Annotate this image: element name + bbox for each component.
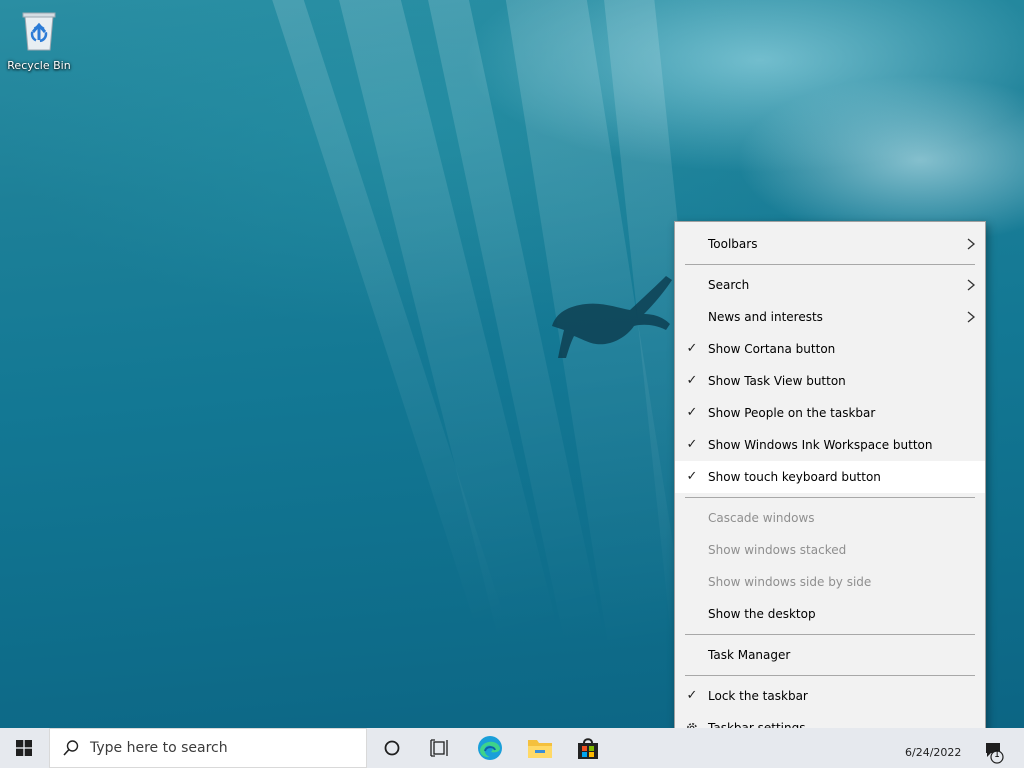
notification-count: 1: [994, 750, 1000, 760]
taskbar-date[interactable]: 6/24/2022: [905, 746, 961, 759]
menu-item-task-manager[interactable]: Task Manager: [675, 639, 985, 671]
menu-item-show-task-view-button[interactable]: ✓ Show Task View button: [675, 365, 985, 397]
menu-item-search[interactable]: Search: [675, 269, 985, 301]
search-icon: [63, 740, 79, 756]
edge-button[interactable]: [466, 728, 514, 768]
menu-item-label: Cascade windows: [708, 511, 815, 525]
menu-item-label: Show Cortana button: [708, 342, 836, 356]
edge-icon: [478, 736, 502, 760]
store-button[interactable]: [564, 728, 612, 768]
menu-item-label: Show People on the taskbar: [708, 406, 876, 420]
menu-item-label: Toolbars: [708, 237, 758, 251]
recycle-bin-icon: [22, 12, 56, 51]
menu-item-label: Lock the taskbar: [708, 689, 808, 703]
menu-item-toolbars[interactable]: Toolbars: [675, 228, 985, 260]
menu-item-label: Show windows side by side: [708, 575, 872, 589]
menu-separator: [685, 264, 975, 265]
search-box[interactable]: Type here to search: [49, 728, 367, 768]
store-icon: [578, 738, 598, 759]
notification-center-button[interactable]: 1: [976, 732, 1006, 766]
menu-item-label: News and interests: [708, 310, 823, 324]
taskbar[interactable]: Type here to search: [0, 728, 1024, 768]
menu-item-news-and-interests[interactable]: News and interests: [675, 301, 985, 333]
menu-item-show-windows-side-by-side: Show windows side by side: [675, 566, 985, 598]
menu-item-lock-the-taskbar[interactable]: ✓ Lock the taskbar: [675, 680, 985, 712]
checkmark-icon: ✓: [686, 373, 698, 388]
checkmark-icon: ✓: [686, 405, 698, 420]
taskbar-context-menu: Toolbars Search News and interests ✓ Sho…: [674, 221, 986, 749]
checkmark-icon: ✓: [686, 688, 698, 703]
file-explorer-icon: [528, 740, 552, 758]
start-button[interactable]: [0, 728, 48, 768]
swimmer-silhouette: [552, 276, 672, 358]
checkmark-icon: ✓: [686, 341, 698, 356]
menu-item-label: Show touch keyboard button: [708, 470, 881, 484]
cortana-button[interactable]: [368, 728, 416, 768]
chevron-right-icon: [967, 311, 976, 323]
menu-item-cascade-windows: Cascade windows: [675, 502, 985, 534]
menu-item-show-cortana-button[interactable]: ✓ Show Cortana button: [675, 333, 985, 365]
notification-icon: [986, 743, 1004, 764]
menu-item-show-the-desktop[interactable]: Show the desktop: [675, 598, 985, 630]
menu-item-label: Search: [708, 278, 750, 292]
menu-item-label: Task Manager: [708, 648, 791, 662]
menu-item-show-windows-stacked: Show windows stacked: [675, 534, 985, 566]
menu-item-label: Show Task View button: [708, 374, 846, 388]
menu-separator: [685, 634, 975, 635]
task-view-button[interactable]: [416, 728, 464, 768]
menu-item-label: Show windows stacked: [708, 543, 847, 557]
file-explorer-button[interactable]: [516, 728, 564, 768]
checkmark-icon: ✓: [686, 469, 698, 484]
menu-item-label: Show the desktop: [708, 607, 816, 621]
menu-item-show-windows-ink[interactable]: ✓ Show Windows Ink Workspace button: [675, 429, 985, 461]
checkmark-icon: ✓: [686, 437, 698, 452]
chevron-right-icon: [967, 279, 976, 291]
recycle-bin[interactable]: Recycle Bin: [4, 6, 74, 78]
menu-item-show-touch-keyboard[interactable]: ✓ Show touch keyboard button: [675, 461, 985, 493]
search-placeholder: Type here to search: [90, 740, 228, 756]
menu-item-label: Show Windows Ink Workspace button: [708, 438, 933, 452]
task-view-icon: [430, 739, 448, 757]
chevron-right-icon: [967, 238, 976, 250]
menu-separator: [685, 497, 975, 498]
recycle-bin-label: Recycle Bin: [7, 59, 71, 72]
cortana-icon: [384, 740, 400, 756]
windows-logo-icon: [16, 740, 32, 756]
menu-separator: [685, 675, 975, 676]
menu-item-show-people[interactable]: ✓ Show People on the taskbar: [675, 397, 985, 429]
